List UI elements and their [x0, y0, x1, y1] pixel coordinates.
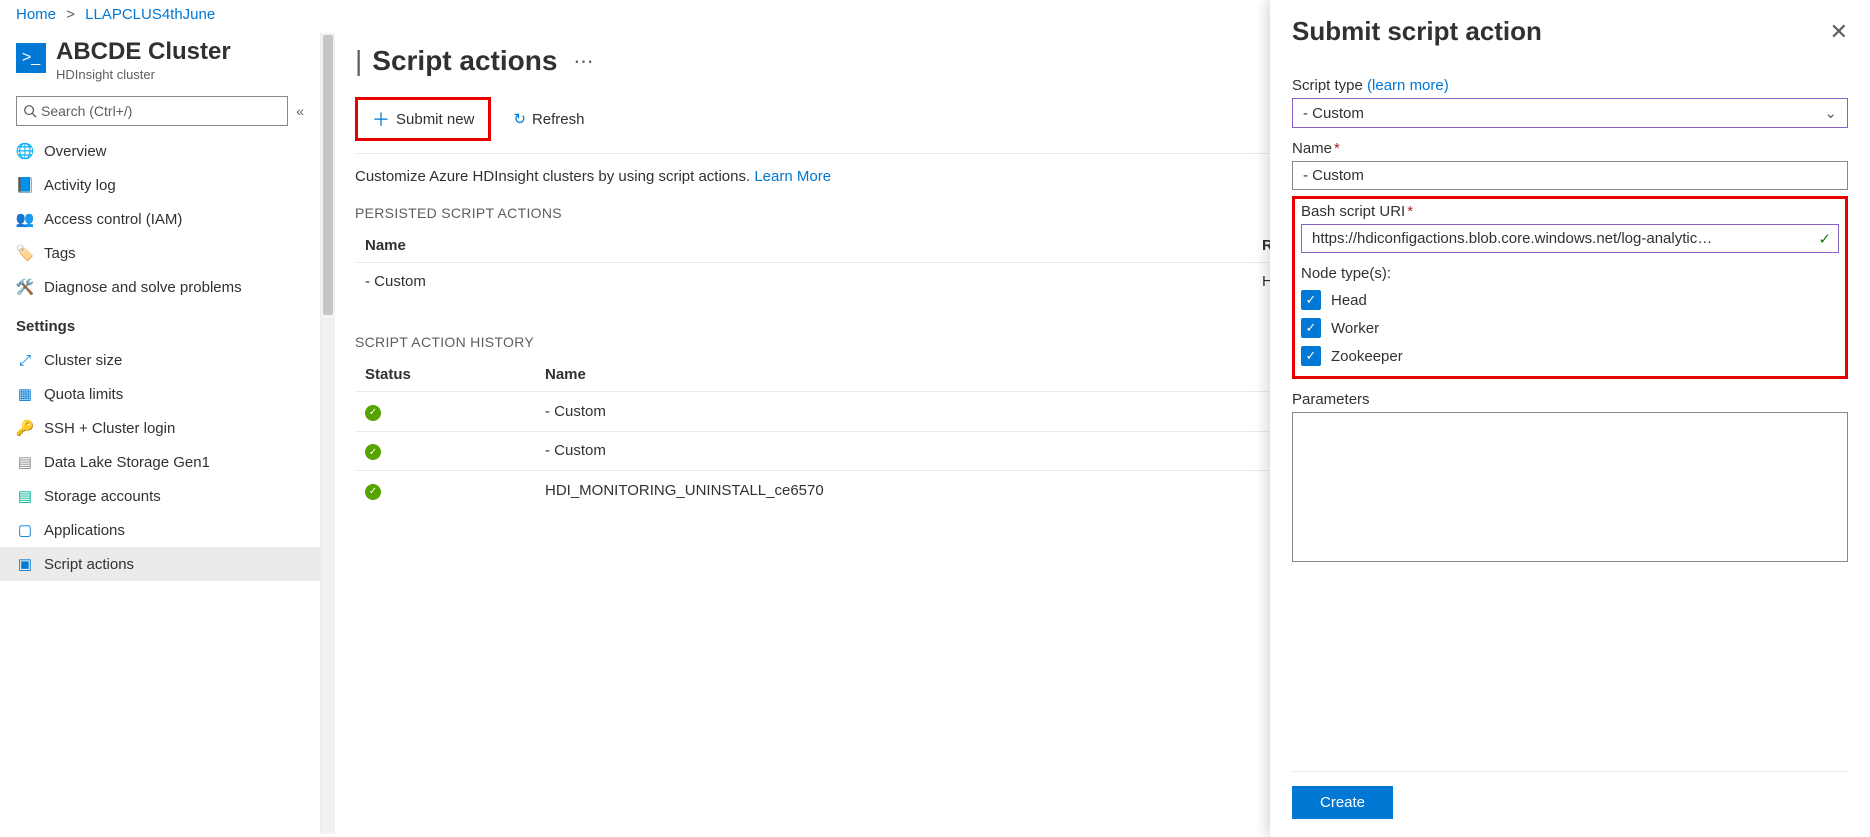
script-type-select[interactable]: - Custom ⌄: [1292, 98, 1848, 128]
sidebar-item-label: Storage accounts: [44, 488, 161, 505]
annotation-highlight: Bash script URI* ✓ Node type(s): ✓ Head …: [1292, 196, 1848, 379]
status-ok-icon: ✓: [365, 444, 381, 460]
cell-name: - Custom: [355, 263, 1252, 301]
sidebar: 🌐 Overview 📘 Activity log 👥 Access contr…: [0, 134, 320, 589]
node-checkbox-head[interactable]: ✓ Head: [1301, 290, 1839, 310]
breadcrumb-separator: >: [66, 6, 75, 23]
checkbox-checked-icon: ✓: [1301, 290, 1321, 310]
toolbar-button-label: Refresh: [532, 111, 585, 128]
storage-icon: ▤: [16, 487, 34, 505]
close-icon[interactable]: ✕: [1830, 19, 1848, 45]
search-placeholder: Search (Ctrl+/): [41, 103, 132, 119]
sidebar-item-label: Overview: [44, 143, 107, 160]
parameters-label: Parameters: [1292, 391, 1848, 408]
scrollbar-track[interactable]: [321, 33, 335, 834]
scrollbar-thumb[interactable]: [323, 35, 333, 315]
app-icon: ▢: [16, 521, 34, 539]
sidebar-item-activity-log[interactable]: 📘 Activity log: [0, 168, 320, 202]
script-type-label: Script type (learn more): [1292, 77, 1848, 94]
sidebar-item-label: Cluster size: [44, 352, 122, 369]
toolbar-button-label: Submit new: [396, 111, 474, 128]
sidebar-item-storage-accounts[interactable]: ▤ Storage accounts: [0, 479, 320, 513]
learn-more-link[interactable]: Learn More: [754, 168, 831, 185]
collapse-sidebar-icon[interactable]: «: [296, 103, 304, 119]
tag-icon: 🏷️: [16, 244, 34, 262]
resize-icon: ⤢: [16, 351, 34, 369]
people-icon: 👥: [16, 210, 34, 228]
plus-icon: ＋: [372, 106, 390, 132]
sidebar-item-ssh-login[interactable]: 🔑 SSH + Cluster login: [0, 411, 320, 445]
sidebar-item-script-actions[interactable]: ▣ Script actions: [0, 547, 320, 581]
checkbox-label: Worker: [1331, 320, 1379, 337]
panel-title: Submit script action: [1292, 16, 1542, 47]
breadcrumb-current[interactable]: LLAPCLUS4thJune: [85, 6, 215, 23]
sidebar-item-overview[interactable]: 🌐 Overview: [0, 134, 320, 168]
sidebar-item-tags[interactable]: 🏷️ Tags: [0, 236, 320, 270]
sidebar-item-label: Activity log: [44, 177, 116, 194]
valid-check-icon: ✓: [1818, 230, 1831, 248]
learn-more-link[interactable]: (learn more): [1367, 77, 1449, 94]
globe-icon: 🌐: [16, 142, 34, 160]
sidebar-item-label: Tags: [44, 245, 76, 262]
select-value: - Custom: [1303, 105, 1364, 122]
checkbox-label: Zookeeper: [1331, 348, 1403, 365]
sidebar-item-label: Applications: [44, 522, 125, 539]
name-input[interactable]: [1292, 161, 1848, 190]
blade-title-separator: |: [355, 45, 362, 77]
status-ok-icon: ✓: [365, 405, 381, 421]
status-ok-icon: ✓: [365, 484, 381, 500]
uri-label: Bash script URI*: [1301, 203, 1839, 220]
breadcrumb-home[interactable]: Home: [16, 6, 56, 23]
key-icon: 🔑: [16, 419, 34, 437]
sidebar-heading-settings: Settings: [0, 304, 320, 343]
checkbox-label: Head: [1331, 292, 1367, 309]
submit-new-button[interactable]: ＋ Submit new: [364, 102, 482, 136]
node-types-label: Node type(s):: [1301, 265, 1839, 282]
refresh-button[interactable]: ↻ Refresh: [505, 106, 592, 132]
log-icon: 📘: [16, 176, 34, 194]
name-label: Name*: [1292, 140, 1848, 157]
checkbox-checked-icon: ✓: [1301, 318, 1321, 338]
storage-grey-icon: ▤: [16, 453, 34, 471]
sidebar-item-label: Diagnose and solve problems: [44, 279, 242, 296]
grid-icon: ▦: [16, 385, 34, 403]
sidebar-item-data-lake[interactable]: ▤ Data Lake Storage Gen1: [0, 445, 320, 479]
sidebar-search-input[interactable]: Search (Ctrl+/): [16, 96, 288, 126]
node-checkbox-zookeeper[interactable]: ✓ Zookeeper: [1301, 346, 1839, 366]
refresh-icon: ↻: [513, 110, 526, 128]
blade-title: Script actions: [372, 45, 557, 77]
sidebar-item-diagnose[interactable]: 🛠️ Diagnose and solve problems: [0, 270, 320, 304]
sidebar-item-label: Quota limits: [44, 386, 123, 403]
wrench-icon: 🛠️: [16, 278, 34, 296]
parameters-textarea[interactable]: [1292, 412, 1848, 562]
bash-uri-input[interactable]: [1301, 224, 1839, 253]
resource-header: >_ ABCDE Cluster HDInsight cluster: [0, 33, 320, 96]
blade-more-icon[interactable]: ⋯: [573, 49, 593, 74]
sidebar-item-label: Script actions: [44, 556, 134, 573]
col-name: Name: [355, 229, 1252, 263]
resource-title: ABCDE Cluster: [56, 39, 231, 65]
sidebar-item-access-control[interactable]: 👥 Access control (IAM): [0, 202, 320, 236]
description-text: Customize Azure HDInsight clusters by us…: [355, 168, 750, 185]
sidebar-item-label: Data Lake Storage Gen1: [44, 454, 210, 471]
sidebar-item-quota-limits[interactable]: ▦ Quota limits: [0, 377, 320, 411]
sidebar-item-label: SSH + Cluster login: [44, 420, 175, 437]
sidebar-item-cluster-size[interactable]: ⤢ Cluster size: [0, 343, 320, 377]
sidebar-item-applications[interactable]: ▢ Applications: [0, 513, 320, 547]
create-button[interactable]: Create: [1292, 786, 1393, 819]
annotation-highlight: ＋ Submit new: [355, 97, 491, 141]
script-icon: ▣: [16, 555, 34, 573]
submit-script-panel: Submit script action ✕ Script type (lear…: [1270, 0, 1870, 837]
sidebar-item-label: Access control (IAM): [44, 211, 182, 228]
checkbox-checked-icon: ✓: [1301, 346, 1321, 366]
col-status: Status: [355, 358, 535, 392]
resource-subtitle: HDInsight cluster: [56, 67, 231, 82]
resource-icon: >_: [16, 43, 46, 73]
search-icon: [23, 104, 37, 118]
chevron-down-icon: ⌄: [1824, 104, 1837, 122]
node-checkbox-worker[interactable]: ✓ Worker: [1301, 318, 1839, 338]
